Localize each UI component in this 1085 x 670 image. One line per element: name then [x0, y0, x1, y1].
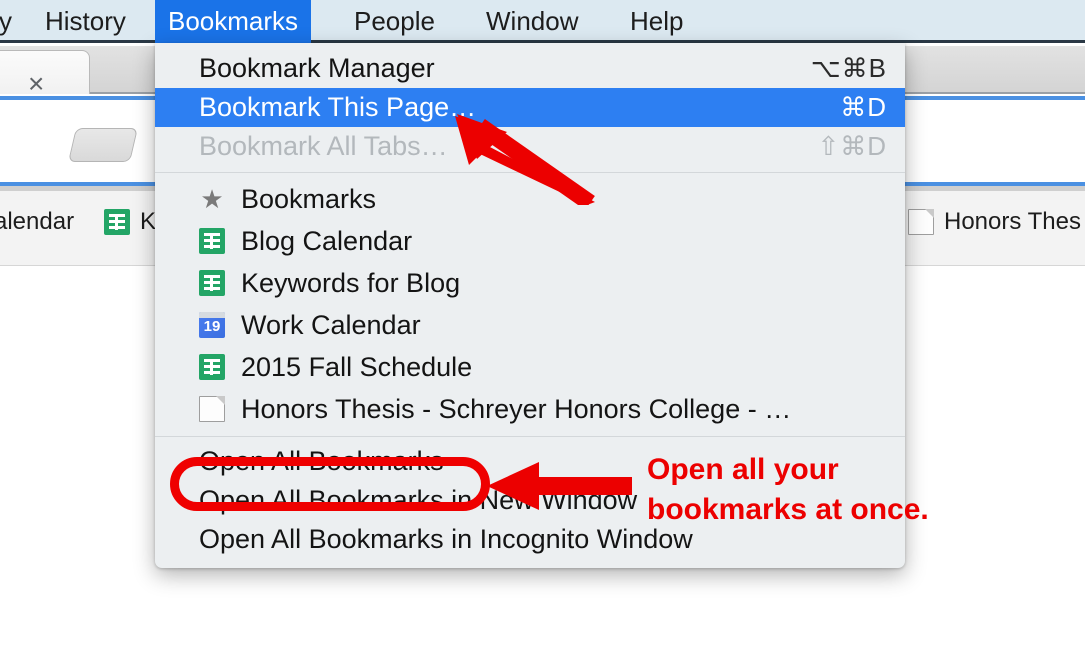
doc-icon [199, 396, 225, 422]
bookmark-bar-label: K [140, 208, 157, 235]
menu-item-label: Bookmark Manager [199, 53, 435, 83]
calendar-day-number: 19 [203, 318, 221, 335]
menu-item-label: Bookmark This Page… [199, 92, 477, 122]
close-icon[interactable]: × [28, 70, 44, 98]
menu-item-label: Bookmark All Tabs… [199, 131, 448, 161]
bookmark-bar-item[interactable]: K [104, 208, 156, 236]
bookmark-bar-label: Honors Thes [944, 208, 1081, 235]
menu-item-label: Open All Bookmarks [199, 446, 444, 476]
menu-item-label: Open All Bookmarks in Incognito Window [199, 524, 693, 554]
menu-item-label: 2015 Fall Schedule [241, 351, 473, 382]
mac-menu-bar: y History Bookmarks People Window Help [0, 0, 1085, 43]
browser-screenshot: alendar K Honors Thes × y History Bookma… [0, 0, 1085, 670]
menu-separator [155, 436, 905, 437]
menu-item-keywords-for-blog[interactable]: Keywords for Blog [155, 262, 905, 304]
menu-item-bookmark-this-page[interactable]: Bookmark This Page… ⌘D [155, 88, 905, 127]
bookmark-bar-label: alendar [0, 208, 75, 235]
new-tab-button[interactable] [68, 128, 138, 162]
sheets-icon [104, 209, 130, 235]
sheets-icon [199, 354, 225, 380]
menu-item-open-all-bookmarks[interactable]: Open All Bookmarks [155, 442, 905, 481]
menu-item-label: Honors Thesis - Schreyer Honors College … [241, 393, 792, 424]
menubar-item-bookmarks[interactable]: Bookmarks [155, 0, 312, 43]
menu-item-honors-thesis[interactable]: Honors Thesis - Schreyer Honors College … [155, 388, 905, 430]
menu-item-blog-calendar[interactable]: Blog Calendar [155, 220, 905, 262]
menu-item-shortcut: ⌘D [840, 92, 887, 122]
bookmarks-dropdown-menu: Bookmark Manager ⌥⌘B Bookmark This Page…… [155, 43, 905, 568]
menu-separator [155, 172, 905, 173]
menubar-item-window[interactable]: Window [473, 0, 591, 43]
menu-item-shortcut: ⌥⌘B [810, 53, 887, 83]
menu-item-label: Work Calendar [241, 309, 421, 340]
menu-item-2015-fall-schedule[interactable]: 2015 Fall Schedule [155, 346, 905, 388]
sheets-icon [199, 228, 225, 254]
menu-item-bookmark-all-tabs: Bookmark All Tabs… ⇧⌘D [155, 127, 905, 166]
menu-item-bookmark-manager[interactable]: Bookmark Manager ⌥⌘B [155, 49, 905, 88]
menu-item-label: Open All Bookmarks in New Window [199, 485, 638, 515]
calendar-icon: 19 [199, 312, 225, 338]
menubar-item-people[interactable]: People [341, 0, 448, 43]
sheets-icon [199, 270, 225, 296]
menu-item-label: Keywords for Blog [241, 267, 461, 298]
menu-item-open-all-bookmarks-incognito[interactable]: Open All Bookmarks in Incognito Window [155, 520, 905, 559]
menubar-item-help[interactable]: Help [617, 0, 696, 43]
menubar-item-y[interactable]: y [0, 0, 25, 43]
menu-item-open-all-bookmarks-new-window[interactable]: Open All Bookmarks in New Window [155, 481, 905, 520]
star-icon: ★ [200, 184, 224, 214]
doc-icon [908, 209, 934, 235]
bookmark-bar-item[interactable]: Honors Thes [908, 208, 1081, 236]
menubar-item-history[interactable]: History [32, 0, 139, 43]
menu-item-bookmarks-folder[interactable]: ★ Bookmarks [155, 178, 905, 220]
menu-item-label: Blog Calendar [241, 225, 413, 256]
menu-item-shortcut: ⇧⌘D [817, 131, 887, 161]
browser-tab[interactable] [0, 50, 90, 94]
bookmark-bar-item[interactable]: alendar [0, 208, 74, 236]
menu-item-label: Bookmarks [241, 183, 377, 214]
menu-item-work-calendar[interactable]: 19 Work Calendar [155, 304, 905, 346]
